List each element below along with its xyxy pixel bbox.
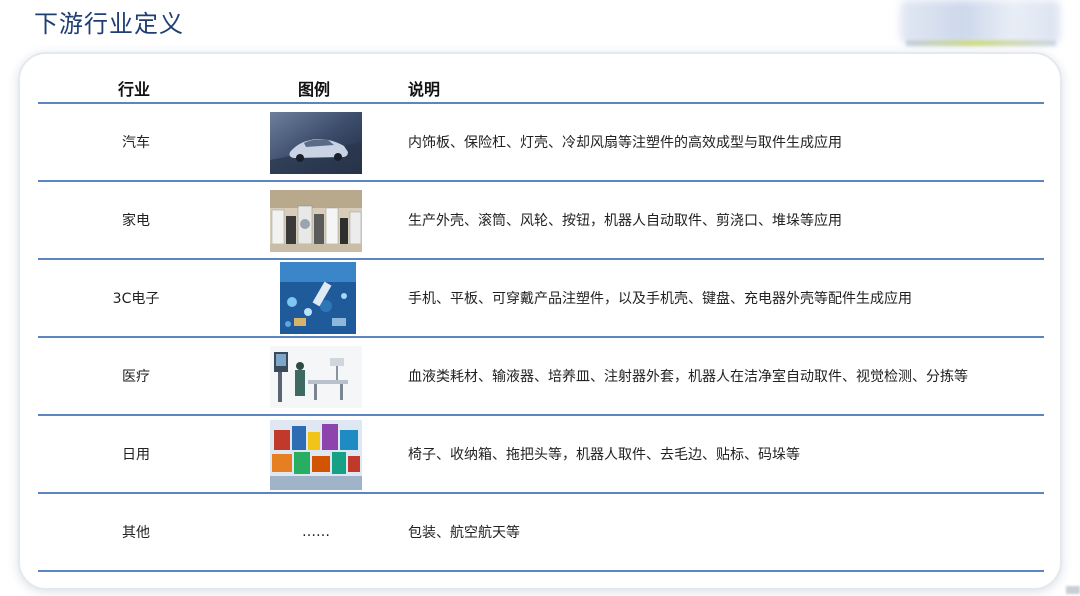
home-appliances-image — [270, 190, 362, 252]
daily-goods-image — [270, 420, 362, 490]
page-title: 下游行业定义 — [34, 10, 184, 38]
industry-cell: 家电 — [122, 213, 150, 229]
industry-cell: 日用 — [122, 447, 150, 463]
page-number-fragment — [1066, 586, 1080, 594]
description-cell: 血液类耗材、输液器、培养皿、注射器外套，机器人在洁净室自动取件、视觉检测、分拣等 — [408, 369, 968, 385]
header-description: 说明 — [408, 80, 441, 99]
car-image — [270, 112, 362, 174]
description-cell: 椅子、收纳箱、拖把头等，机器人取件、去毛边、贴标、码垛等 — [408, 447, 800, 463]
industry-cell: 3C电子 — [112, 291, 160, 307]
table-row: 其他 …… 包装、航空航天等 — [38, 494, 1044, 572]
table-header: 行业 图例 说明 — [38, 72, 1044, 104]
electronics-components-image — [280, 262, 356, 334]
table-row: 汽车 内饰板、保险杠、灯壳、冷却风扇等注塑件的高效成型与取件生成应用 — [38, 104, 1044, 182]
description-cell: 手机、平板、可穿戴产品注塑件，以及手机壳、键盘、充电器外壳等配件生成应用 — [408, 291, 912, 307]
description-cell: 内饰板、保险杠、灯壳、冷却风扇等注塑件的高效成型与取件生成应用 — [408, 135, 842, 151]
table-row: 家电 生产外壳、滚筒、风轮、按钮，机器人自动取件、剪浇口、堆垛等应用 — [38, 182, 1044, 260]
description-cell: 包装、航空航天等 — [408, 525, 520, 541]
figure-placeholder: …… — [302, 524, 330, 540]
description-cell: 生产外壳、滚筒、风轮、按钮，机器人自动取件、剪浇口、堆垛等应用 — [408, 213, 842, 229]
header-industry: 行业 — [118, 80, 151, 99]
table-row: 3C电子 手机、平板、可穿戴产品注塑件，以及手机壳、键盘、充电器外壳等配件生成应… — [38, 260, 1044, 338]
company-logo-subtitle — [906, 40, 1056, 46]
industry-cell: 其他 — [122, 525, 150, 541]
medical-equipment-image — [270, 346, 362, 408]
industry-cell: 汽车 — [122, 135, 150, 151]
table-row: 医疗 血液类耗材、输液器、培养皿、注射器外套，机器人在洁净室自动取件、视觉检测、… — [38, 338, 1044, 416]
company-logo — [900, 0, 1060, 44]
table-row: 日用 椅子、收纳箱、拖把头等，机器人取件、去毛边、贴标、码垛等 — [38, 416, 1044, 494]
industry-cell: 医疗 — [122, 369, 150, 385]
header-figure: 图例 — [298, 80, 331, 99]
